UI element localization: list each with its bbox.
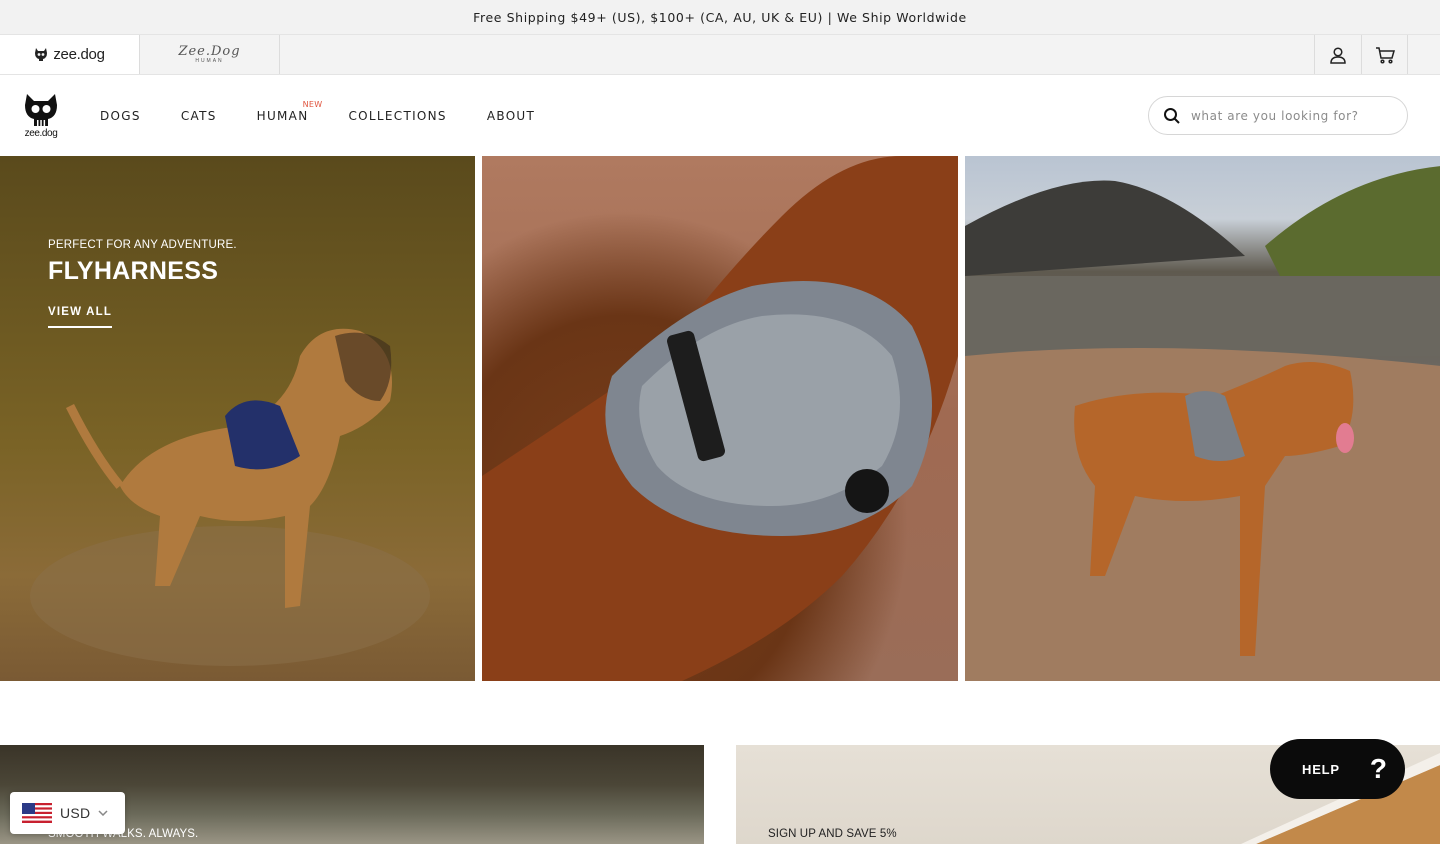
- new-badge: NEW: [302, 99, 323, 109]
- harness-closeup-illustration: [482, 156, 958, 681]
- nav-human-label: HUMAN: [256, 108, 309, 123]
- hero-image-harness-closeup[interactable]: [482, 156, 958, 681]
- brand-zeedog-label: zee.dog: [53, 46, 105, 63]
- logo-wordmark: zee.dog: [24, 127, 58, 139]
- us-flag-icon: [22, 803, 52, 823]
- user-icon: [1330, 46, 1346, 64]
- dog-skull-icon: [35, 48, 48, 61]
- hero-banner: PERFECT FOR ANY ADVENTURE. FLYHARNESS VI…: [0, 156, 1440, 681]
- boxer-dog-illustration: [30, 328, 430, 666]
- main-navigation: zee.dog DOGS CATS HUMAN NEW COLLECTIONS …: [0, 75, 1440, 156]
- hero-copy: PERFECT FOR ANY ADVENTURE. FLYHARNESS VI…: [48, 239, 237, 328]
- search-icon: [1164, 107, 1180, 124]
- currency-code: USD: [60, 805, 91, 821]
- hero-title: FLYHARNESS: [48, 257, 219, 285]
- hero-kicker: PERFECT FOR ANY ADVENTURE.: [48, 239, 237, 251]
- promo-right-label: SIGN UP AND SAVE 5%: [768, 828, 897, 840]
- cart-button[interactable]: [1361, 35, 1408, 74]
- promo-cards: SMOOTH WALKS. ALWAYS. SIGN UP AND SAVE 5…: [0, 745, 1440, 844]
- rocky-landscape-illustration: [964, 166, 1440, 681]
- nav-about[interactable]: ABOUT: [487, 109, 535, 123]
- zeedog-logo[interactable]: zee.dog: [23, 93, 59, 139]
- hero-image-dog-in-water[interactable]: PERFECT FOR ANY ADVENTURE. FLYHARNESS VI…: [0, 156, 476, 681]
- nav-collections[interactable]: COLLECTIONS: [348, 109, 446, 123]
- zeedog-human-logo: Zee.Dog HUMAN: [178, 44, 241, 64]
- brand-tab-zeedog[interactable]: zee.dog: [0, 35, 140, 74]
- view-all-link[interactable]: VIEW ALL: [48, 306, 113, 328]
- hero-image-dog-on-rocks[interactable]: [964, 156, 1440, 681]
- currency-selector[interactable]: USD: [10, 792, 125, 834]
- nav-dogs[interactable]: DOGS: [100, 109, 141, 123]
- announcement-bar: Free Shipping $49+ (US), $100+ (CA, AU, …: [0, 0, 1440, 35]
- help-button[interactable]: HELP ?: [1270, 739, 1405, 799]
- account-button[interactable]: [1314, 35, 1361, 74]
- nav-human[interactable]: HUMAN NEW: [256, 100, 323, 123]
- nav-cats[interactable]: CATS: [181, 109, 217, 123]
- brand-tab-human[interactable]: Zee.Dog HUMAN: [140, 35, 280, 74]
- question-mark-icon: ?: [1369, 753, 1387, 784]
- chevron-down-icon: [98, 810, 108, 816]
- brand-switcher-bar: zee.dog Zee.Dog HUMAN: [0, 35, 1440, 75]
- help-label: HELP: [1302, 761, 1340, 777]
- cart-icon: [1375, 46, 1395, 64]
- search-box[interactable]: [1148, 96, 1408, 135]
- search-input[interactable]: [1191, 108, 1391, 123]
- announcement-text: Free Shipping $49+ (US), $100+ (CA, AU, …: [473, 9, 967, 25]
- skull-logo-icon: [25, 93, 57, 126]
